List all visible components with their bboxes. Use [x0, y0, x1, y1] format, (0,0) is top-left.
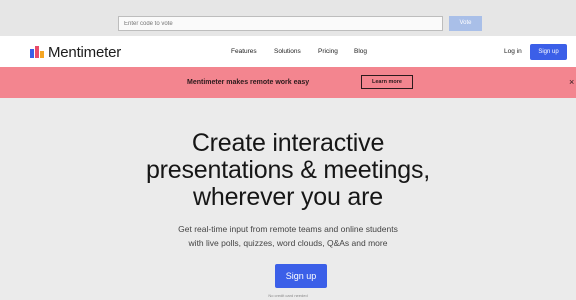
- navbar: Mentimeter Features Solutions Pricing Bl…: [0, 36, 576, 67]
- hero-section: Create interactive presentations & meeti…: [0, 98, 576, 300]
- headline-line: wherever you are: [193, 183, 383, 211]
- hero-subtext: Get real-time input from remote teams an…: [0, 222, 576, 250]
- nav-link-pricing[interactable]: Pricing: [318, 48, 338, 55]
- close-icon[interactable]: ×: [569, 77, 574, 87]
- no-credit-card-note: No credit card needed: [268, 293, 308, 298]
- vote-code-input[interactable]: [118, 16, 443, 31]
- nav-link-features[interactable]: Features: [231, 48, 257, 55]
- signup-button-hero[interactable]: Sign up: [275, 264, 327, 288]
- headline-line: presentations & meetings,: [145, 156, 431, 184]
- vote-bar: Vote: [0, 0, 576, 36]
- brand-name: Mentimeter: [48, 43, 122, 61]
- subtext-line: with live polls, quizzes, word clouds, Q…: [188, 238, 388, 248]
- learn-more-button[interactable]: Learn more: [361, 75, 413, 89]
- brand-logo[interactable]: Mentimeter: [30, 43, 122, 61]
- nav-link-solutions[interactable]: Solutions: [274, 48, 301, 55]
- login-link[interactable]: Log in: [504, 48, 522, 55]
- hero-headline: Create interactive presentations & meeti…: [0, 130, 576, 211]
- mentimeter-logo-icon: [30, 46, 44, 58]
- headline-line: Create interactive: [191, 129, 385, 157]
- nav-link-blog[interactable]: Blog: [354, 48, 367, 55]
- banner-text: Mentimeter makes remote work easy: [187, 79, 310, 86]
- signup-button-nav[interactable]: Sign up: [530, 44, 567, 60]
- vote-button[interactable]: Vote: [449, 16, 482, 31]
- promo-banner: Mentimeter makes remote work easy Learn …: [0, 67, 576, 98]
- subtext-line: Get real-time input from remote teams an…: [178, 224, 398, 234]
